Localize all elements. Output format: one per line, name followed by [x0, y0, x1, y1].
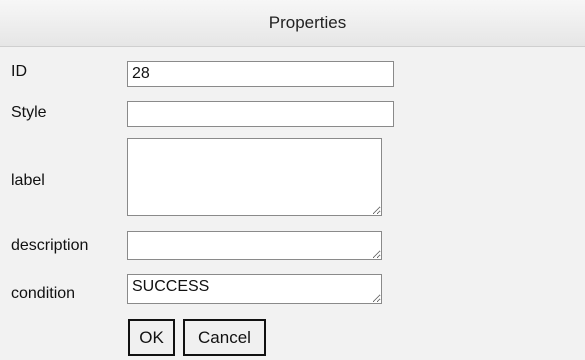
condition-label: condition [11, 285, 76, 302]
style-label: Style [11, 104, 47, 121]
style-input[interactable] [127, 101, 394, 127]
cancel-button[interactable]: Cancel [183, 319, 266, 356]
description-textarea[interactable] [127, 231, 382, 260]
id-label: ID [11, 63, 27, 80]
description-label: description [11, 237, 89, 254]
dialog-title: Properties [268, 13, 347, 32]
dialog-titlebar: Properties [0, 0, 585, 47]
label-label: label [11, 172, 45, 189]
ok-button[interactable]: OK [128, 319, 175, 356]
id-input[interactable] [127, 61, 394, 87]
label-textarea[interactable] [127, 138, 382, 216]
properties-dialog: Properties ID Style label description co… [0, 0, 585, 360]
condition-textarea[interactable]: SUCCESS [127, 274, 382, 304]
